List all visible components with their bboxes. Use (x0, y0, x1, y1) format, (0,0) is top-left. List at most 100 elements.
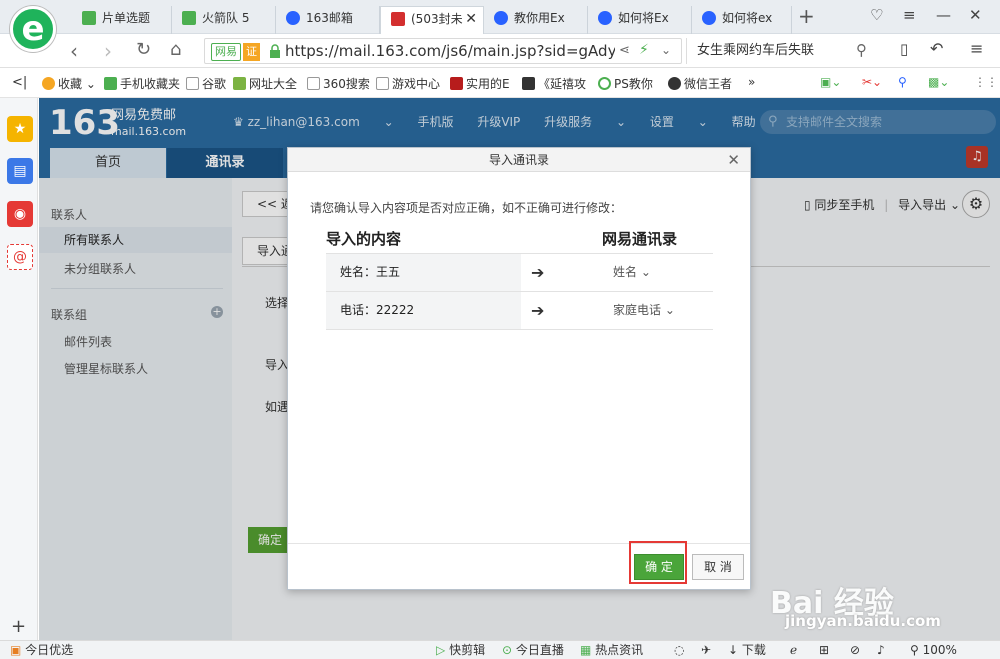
status-item-download[interactable]: ↓ 下载 (728, 641, 766, 659)
bookmark-9[interactable]: 微信王者 (668, 75, 732, 92)
bookmark-label: 游戏中心 (392, 77, 441, 91)
bookmark-3[interactable]: 网址大全 (233, 75, 297, 92)
tab-4[interactable]: 教你用Ex (484, 6, 588, 34)
e-icon (450, 77, 463, 90)
clip-icon: ▷ (436, 643, 446, 657)
ie-icon[interactable]: ℯ (790, 641, 797, 659)
phone-icon[interactable]: ▯ (900, 40, 908, 58)
status-item-label: 今日直播 (515, 643, 564, 657)
bookmark-label: 实用的E (466, 77, 510, 91)
new-tab-icon[interactable]: + (798, 4, 815, 28)
bookmark-4[interactable]: 360搜索 (307, 75, 370, 92)
bookmark-label: 网址大全 (249, 77, 298, 91)
bookmark-2[interactable]: 谷歌 (186, 75, 226, 92)
star-icon[interactable]: ★ (7, 116, 33, 142)
bookmark-label: PS教你 (614, 77, 653, 91)
dialog-tip: 请您确认导入内容项是否对应正确，如不正确可进行修改： (310, 201, 623, 215)
status-item-label: 下载 (741, 643, 766, 657)
search-icon[interactable]: ⚲ (856, 41, 867, 59)
bookmark-7[interactable]: 《延禧攻 (522, 75, 586, 92)
translate-icon[interactable]: ▣⌄ (820, 75, 841, 89)
tab-label: 火箭队 5 (202, 11, 250, 25)
site-badge: 网易 (211, 43, 241, 61)
speed-icon[interactable]: ◌ (674, 641, 684, 659)
phone-bookmark-icon (104, 77, 117, 90)
zoom-control[interactable]: ⚲ 100% (910, 641, 957, 659)
undo-icon[interactable]: ↶ (930, 39, 943, 58)
tab-3-active[interactable]: (503封未 ✕ (380, 6, 484, 34)
back-icon[interactable]: ‹ (70, 39, 78, 63)
status-item-label: 快剪辑 (449, 643, 486, 657)
menu-icon[interactable]: ≡ (903, 6, 916, 24)
paw-icon (494, 11, 508, 25)
watermark-url: jingyan.baidu.com (785, 612, 941, 630)
close-window-icon[interactable]: ✕ (969, 6, 982, 24)
at-mail-icon[interactable]: @ (7, 244, 33, 270)
scissors-icon[interactable]: ✂⌄ (862, 75, 882, 89)
bookmark-0[interactable]: 收藏 ⌄ (42, 75, 96, 92)
number-icon (668, 77, 681, 90)
news-icon[interactable]: ▤ (7, 158, 33, 184)
pin-icon[interactable]: ✈ (701, 641, 711, 659)
volume-icon[interactable]: ♪ (877, 641, 885, 659)
grid-icon[interactable]: ⋮⋮ (974, 75, 998, 89)
col-target-heading: 网易通讯录 (602, 230, 678, 248)
magnifier-icon[interactable]: ⚲ (898, 75, 907, 89)
paw-icon (702, 11, 716, 25)
close-tab-icon[interactable]: ✕ (465, 7, 477, 31)
bookmark-label: 360搜索 (323, 77, 370, 91)
tab-label: 如何将Ex (618, 11, 669, 25)
bookmark-label: 《延禧攻 (538, 77, 587, 91)
bookmark-8[interactable]: PS教你 (598, 75, 653, 92)
tab-favicon (182, 11, 196, 25)
bookmark-1[interactable]: 手机收藏夹 (104, 75, 180, 92)
forward-icon[interactable]: › (104, 39, 112, 63)
gamepad-icon[interactable]: ▩⌄ (928, 75, 949, 89)
status-item-news[interactable]: ▦ 热点资讯 (580, 641, 643, 659)
bookmark-label: 谷歌 (202, 77, 227, 91)
browser-tab-bar: 片单选题 火箭队 5 163邮箱 (503封未 ✕ 教你用Ex 如何将Ex 如何将… (0, 0, 1000, 34)
import-dialog: 导入通讯录 ✕ 请您确认导入内容项是否对应正确，如不正确可进行修改： 导入的内容… (287, 147, 751, 590)
search-field[interactable]: 女生乘网约车后失联 (686, 38, 876, 64)
minimize-icon[interactable]: — (936, 6, 951, 24)
bookmark-5[interactable]: 游戏中心 (376, 75, 440, 92)
cancel-button[interactable]: 取 消 (692, 554, 744, 580)
tab-6[interactable]: 如何将ex (692, 6, 792, 34)
bookmarks-bar: <| 收藏 ⌄ 手机收藏夹 谷歌 网址大全 360搜索 游戏中心 实用的E 《延… (0, 68, 1000, 98)
status-item-clip[interactable]: ▷ 快剪辑 (436, 641, 485, 659)
shirt-icon[interactable]: ♡ (870, 6, 883, 24)
today-picks[interactable]: ▣ 今日优选 (10, 641, 73, 659)
chevron-down-icon[interactable]: ⌄ (661, 43, 671, 57)
page-icon (307, 77, 320, 90)
mapping-target-select[interactable]: 姓名 ⌄ (613, 254, 651, 291)
mapping-target-value: 家庭电话 (613, 303, 662, 317)
more-bookmarks-icon[interactable]: » (748, 75, 755, 89)
collapse-icon[interactable]: <| (12, 75, 27, 90)
tab-2[interactable]: 163邮箱 (276, 6, 380, 34)
today-picks-label: 今日优选 (25, 643, 74, 657)
reload-icon[interactable]: ↻ (136, 39, 151, 60)
tab-1[interactable]: 火箭队 5 (172, 6, 276, 34)
mail-favicon (391, 12, 405, 26)
url-field[interactable]: 网易 证 https://mail.163.com/js6/main.jsp?s… (204, 38, 682, 64)
tab-5[interactable]: 如何将Ex (588, 6, 692, 34)
close-icon[interactable]: ✕ (727, 148, 740, 172)
grid-icon[interactable]: ⊞ (819, 641, 829, 659)
tab-label: 163邮箱 (306, 11, 353, 25)
home-icon[interactable]: ⌂ (170, 39, 181, 60)
status-item-label: 热点资讯 (595, 643, 644, 657)
bookmark-6[interactable]: 实用的E (450, 75, 510, 92)
film-icon (522, 77, 535, 90)
dialog-header: 导入通讯录 ✕ (288, 148, 750, 172)
main-menu-icon[interactable]: ≡ (970, 39, 983, 58)
mapping-target-select[interactable]: 家庭电话 ⌄ (613, 292, 675, 329)
lock-icon (270, 44, 280, 58)
share-icon[interactable]: ⋖ (619, 43, 630, 58)
mute-icon[interactable]: ⊘ (850, 641, 860, 659)
tab-0[interactable]: 片单选题 (72, 6, 172, 34)
weibo-icon[interactable]: ◉ (7, 201, 33, 227)
lightning-icon[interactable]: ⚡ (639, 42, 649, 58)
status-item-live[interactable]: ⊙ 今日直播 (502, 641, 564, 659)
add-icon[interactable]: + (11, 616, 26, 637)
cert-badge: 证 (243, 43, 260, 61)
